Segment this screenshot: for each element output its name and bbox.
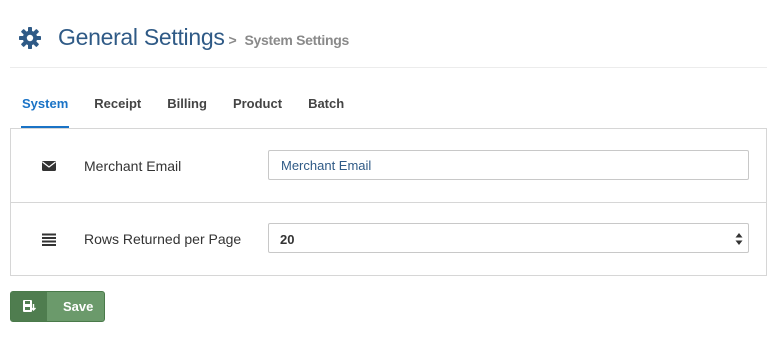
page-header: General Settings > System Settings (10, 0, 767, 68)
merchant-email-row: Merchant Email (11, 129, 766, 203)
settings-tabs: System Receipt Billing Product Batch (10, 86, 358, 129)
envelope-icon (41, 159, 57, 173)
save-icon-container (11, 292, 47, 321)
breadcrumb-separator: > (228, 32, 237, 48)
save-button[interactable]: Save (10, 291, 105, 322)
tab-system[interactable]: System (20, 86, 70, 129)
tab-product[interactable]: Product (233, 86, 282, 128)
tab-receipt[interactable]: Receipt (94, 86, 141, 128)
rows-per-page-label: Rows Returned per Page (84, 231, 242, 247)
rows-per-page-selected-value: 20 (280, 232, 295, 247)
tab-batch[interactable]: Batch (308, 86, 344, 128)
list-icon (41, 232, 57, 246)
settings-panel: Merchant Email Rows Returned per Page 20 (10, 128, 767, 276)
merchant-email-input[interactable] (269, 151, 748, 179)
select-arrows-icon (735, 232, 743, 246)
page-title-text: General Settings (58, 24, 225, 50)
gear-icon (18, 26, 42, 50)
save-button-label: Save (63, 299, 94, 314)
page-title: General Settings > System Settings (58, 24, 349, 51)
rows-per-page-select[interactable]: 20 (268, 223, 749, 253)
rows-per-page-row: Rows Returned per Page 20 (11, 203, 766, 275)
breadcrumb-current: System Settings (244, 32, 350, 48)
tab-billing[interactable]: Billing (167, 86, 207, 128)
save-icon (23, 300, 36, 312)
merchant-email-label: Merchant Email (84, 158, 182, 174)
settings-page: General Settings > System Settings System… (0, 0, 779, 341)
merchant-email-field-box (268, 150, 749, 180)
